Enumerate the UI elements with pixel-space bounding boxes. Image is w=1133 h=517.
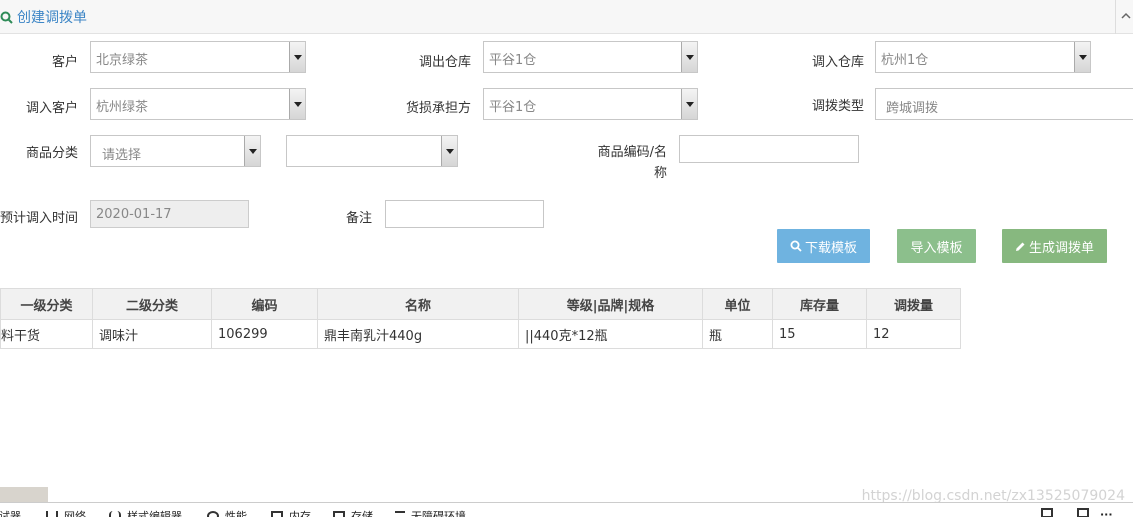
customer-value: 北京绿茶 (96, 53, 149, 68)
transfer-type-value: 跨城调拨 (886, 101, 939, 116)
transfer-type-label: 调拨类型 (811, 99, 864, 114)
chevron-up-icon (1121, 12, 1131, 19)
remark-label: 备注 (345, 211, 372, 226)
loss-bearer-select[interactable]: 平谷1仓 (483, 88, 698, 120)
subcategory-select[interactable] (286, 135, 458, 167)
col-header[interactable]: 一级分类 (0, 288, 93, 320)
col-header[interactable]: 单位 (702, 288, 773, 320)
devtools-tab-label: 无障碍环境 (411, 510, 466, 517)
table-row[interactable]: 料干货 调味汁 106299 鼎丰南乳汁440g ||440克*12瓶 瓶 15… (0, 319, 961, 349)
download-template-label: 下载模板 (804, 240, 857, 256)
product-code-label-line1: 商品编码/名 (597, 145, 667, 160)
eta-label: 预计调入时间 (0, 211, 78, 226)
table-cell: 15 (772, 319, 867, 349)
in-warehouse-label: 调入仓库 (811, 55, 864, 70)
popout-icon-shape (1077, 508, 1089, 517)
col-header[interactable]: 等级|品牌|规格 (518, 288, 703, 320)
braces-icon (109, 511, 121, 517)
chevron-down-icon[interactable] (681, 89, 697, 119)
storage-icon (333, 511, 345, 517)
devtools-tab-storage[interactable]: 存储 (333, 508, 373, 517)
devtools-toolbar: 调试器 网络 样式编辑器 性能 内存 存储 无障碍环境 (0, 502, 1133, 517)
devtools-tab-network[interactable]: 网络 (46, 508, 86, 517)
devtools-tab-label: 网络 (64, 510, 86, 517)
devtools-tab-label: 存储 (351, 510, 373, 517)
title-bar: 创建调拨单 (0, 0, 1133, 34)
customer-label: 客户 (51, 55, 78, 70)
popout-icon[interactable] (1077, 508, 1095, 517)
pencil-icon (1015, 242, 1025, 251)
download-template-button[interactable]: 下载模板 (777, 229, 870, 263)
table-cell: ||440克*12瓶 (518, 319, 703, 349)
devtools-tab-label: 调试器 (0, 510, 21, 517)
col-header[interactable]: 二级分类 (92, 288, 212, 320)
search-icon (0, 11, 13, 24)
chevron-down-icon[interactable] (1074, 42, 1090, 72)
devtools-tab-accessibility[interactable]: 无障碍环境 (395, 508, 466, 517)
table-cell: 调味汁 (92, 319, 212, 349)
dock-icon[interactable] (1041, 508, 1059, 517)
product-code-label-line2: 称 (653, 166, 667, 181)
product-code-input[interactable] (679, 135, 859, 163)
generate-transfer-button[interactable]: 生成调拨单 (1002, 229, 1107, 263)
import-template-button[interactable]: 导入模板 (897, 229, 976, 263)
devtools-tab-performance[interactable]: 性能 (207, 508, 247, 517)
chevron-down-icon[interactable] (244, 136, 260, 166)
table-cell[interactable]: 12 (866, 319, 961, 349)
loss-bearer-value: 平谷1仓 (489, 100, 537, 115)
devtools-tab-debugger[interactable]: 调试器 (0, 508, 21, 517)
gauge-icon (207, 511, 219, 517)
devtools-tab-label: 内存 (289, 510, 311, 517)
product-code-label: 商品编码/名 称 (598, 142, 667, 184)
network-icon (46, 511, 58, 517)
col-header[interactable]: 库存量 (772, 288, 867, 320)
chevron-down-icon[interactable] (441, 136, 457, 166)
table-cell: 料干货 (0, 319, 93, 349)
page: 创建调拨单 客户 北京绿茶 调出仓库 平谷1仓 调入仓库 杭州1仓 调入客户 杭… (0, 0, 1133, 517)
generate-transfer-label: 生成调拨单 (1028, 240, 1094, 256)
category-placeholder: 请选择 (102, 148, 142, 163)
out-warehouse-select[interactable]: 平谷1仓 (483, 41, 698, 73)
accessibility-icon (395, 511, 405, 517)
out-warehouse-label: 调出仓库 (418, 55, 471, 70)
eta-date-field[interactable]: 2020-01-17 (90, 200, 249, 228)
search-icon (790, 240, 802, 252)
product-table: 一级分类 二级分类 编码 名称 等级|品牌|规格 单位 库存量 调拨量 料干货 … (0, 288, 961, 349)
devtools-tab-label: 性能 (225, 510, 247, 517)
table-cell: 106299 (211, 319, 318, 349)
resize-handle[interactable] (0, 487, 48, 503)
category-select[interactable]: 请选择 (90, 135, 261, 167)
in-warehouse-value: 杭州1仓 (881, 53, 929, 68)
dock-icon-shape (1041, 508, 1053, 517)
in-customer-value: 杭州绿茶 (96, 100, 149, 115)
page-title-text: 创建调拨单 (17, 10, 87, 26)
col-header[interactable]: 调拨量 (866, 288, 961, 320)
table-cell: 鼎丰南乳汁440g (317, 319, 519, 349)
eta-date-value: 2020-01-17 (96, 207, 172, 222)
devtools-tab-style-editor[interactable]: 样式编辑器 (109, 508, 182, 517)
in-customer-label: 调入客户 (25, 101, 78, 116)
devtools-tab-memory[interactable]: 内存 (271, 508, 311, 517)
category-label: 商品分类 (25, 146, 78, 161)
col-header[interactable]: 名称 (317, 288, 519, 320)
page-title: 创建调拨单 (0, 7, 87, 27)
remark-input[interactable] (385, 200, 544, 228)
import-template-label: 导入模板 (910, 240, 963, 256)
col-header[interactable]: 编码 (211, 288, 318, 320)
chevron-down-icon[interactable] (289, 42, 305, 72)
more-icon[interactable]: ··· (1100, 508, 1113, 517)
chevron-down-icon[interactable] (289, 89, 305, 119)
customer-select[interactable]: 北京绿茶 (90, 41, 306, 73)
collapse-toggle[interactable] (1115, 0, 1133, 34)
chevron-down-icon[interactable] (681, 42, 697, 72)
in-warehouse-select[interactable]: 杭州1仓 (875, 41, 1091, 73)
table-cell: 瓶 (702, 319, 773, 349)
loss-bearer-label: 货损承担方 (405, 101, 471, 116)
in-customer-select[interactable]: 杭州绿茶 (90, 88, 306, 120)
out-warehouse-value: 平谷1仓 (489, 53, 537, 68)
chip-icon (271, 511, 283, 517)
transfer-type-field[interactable]: 跨城调拨 (875, 88, 1133, 120)
devtools-tab-label: 样式编辑器 (127, 510, 182, 517)
table-header-row: 一级分类 二级分类 编码 名称 等级|品牌|规格 单位 库存量 调拨量 (0, 288, 961, 320)
